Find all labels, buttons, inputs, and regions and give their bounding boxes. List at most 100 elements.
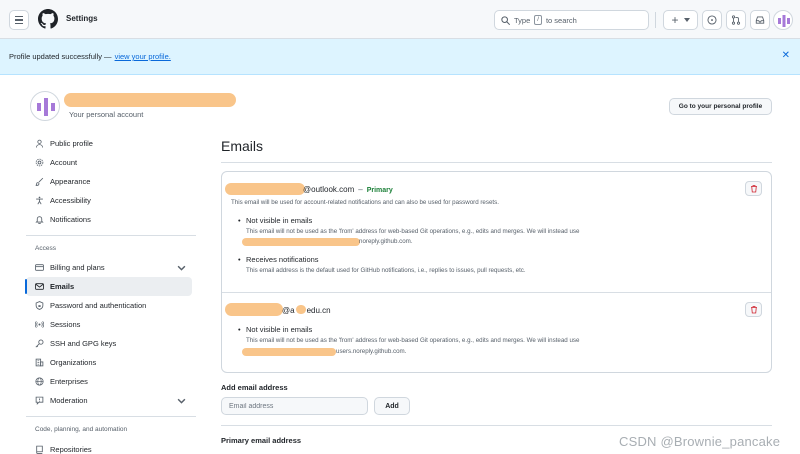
email-note: This email will be used for account-rela… [231,199,499,206]
heading-divider [221,162,772,163]
sidebar-item-repositories[interactable]: Repositories [26,440,192,454]
email-domain: @outlook.com [303,185,355,194]
globe-icon [35,377,44,386]
inbox-button[interactable] [750,10,770,30]
primary-email-label: Primary email address [221,436,302,445]
email-divider [222,292,771,293]
email-list: @outlook.com – Primary This email will be … [221,171,772,373]
close-icon[interactable]: ✕ [782,51,790,61]
email-separator: – [358,185,363,194]
sidebar-item-label: Accessibility [50,196,91,205]
git-pull-request-icon [731,15,741,25]
search-prefix: Type [514,15,531,25]
broadcast-icon [35,321,44,328]
sidebar-item-label: Appearance [50,177,91,186]
shield-lock-icon [35,301,44,310]
add-email-label: Add email address [221,383,288,392]
sidebar-item-notifications[interactable]: Notifications [26,210,192,229]
bullet-text: This email will not be used as the 'from… [246,337,580,344]
bullet-title: Not visible in emails [238,216,312,225]
paintbrush-icon [35,177,44,186]
plus-icon: + [671,13,679,27]
sidebar-divider [26,235,196,236]
sidebar-item-label: Enterprises [50,377,88,386]
view-profile-link[interactable]: view your profile. [115,52,171,61]
sidebar-item-emails[interactable]: Emails [25,277,192,296]
gear-icon [35,158,44,167]
sidebar-item-accessibility[interactable]: Accessibility [26,191,192,210]
sidebar-item-label: Billing and plans [50,263,105,272]
redacted-noreply [242,238,360,246]
github-logo-icon[interactable] [38,9,58,29]
repo-icon [36,445,43,454]
delete-email-button[interactable] [745,181,762,196]
email-domain-tail: edu.cn [306,306,331,315]
chevron-down-icon [177,265,186,271]
sidebar-item-label: Moderation [50,396,88,405]
trash-icon [750,185,757,193]
create-new-button[interactable]: + [663,10,698,30]
redacted-username [64,93,236,107]
trash-icon [750,306,757,314]
email-address-input[interactable] [221,397,368,415]
search-suffix: to search [545,15,577,25]
top-bar: Settings Type / to search + [0,0,800,39]
sidebar-item-account[interactable]: Account [26,153,192,172]
pull-requests-button[interactable] [726,10,746,30]
add-email-button[interactable]: Add [374,397,410,415]
header-divider [655,12,656,28]
mail-icon [35,283,44,290]
issue-opened-icon [707,15,717,25]
bullet-text: This email address is the default used f… [246,267,526,274]
delete-email-button[interactable] [745,302,762,317]
primary-badge: Primary [366,187,393,194]
search-input[interactable]: Type / to search [494,10,649,30]
sidebar-item-enterprises[interactable]: Enterprises [26,372,192,391]
sidebar-item-ssh-keys[interactable]: SSH and GPG keys [26,334,192,353]
sidebar-item-public-profile[interactable]: Public profile [26,134,192,153]
sidebar-item-moderation[interactable]: Moderation [26,391,192,410]
user-avatar[interactable] [773,10,793,30]
menu-button[interactable] [9,10,29,30]
sidebar-item-label: Public profile [50,139,93,148]
redacted-noreply [242,348,336,356]
sidebar-item-password[interactable]: Password and authentication [26,296,192,315]
issues-button[interactable] [702,10,722,30]
bullet-title: Receives notifications [238,255,318,264]
search-shortcut: / [534,15,542,25]
identicon-icon [37,98,55,116]
bell-icon [35,216,44,224]
caret-down-icon [683,18,690,22]
search-icon [501,15,510,25]
page-title[interactable]: Settings [66,14,98,23]
person-icon [35,139,44,148]
sidebar-item-label: Password and authentication [50,301,147,310]
sidebar-item-label: Account [50,158,78,167]
sidebar-item-label: Sessions [50,320,81,329]
sidebar-item-label: Repositories [50,445,92,454]
sidebar-heading-automation: Code, planning, and automation [35,426,128,433]
redacted-domain [295,305,306,314]
sidebar-divider [26,416,196,417]
account-subtitle: Your personal account [69,110,144,119]
redacted-email-local [225,183,305,195]
email-address-primary: @outlook.com – Primary [303,185,393,194]
chevron-down-icon [177,398,186,404]
sidebar-item-label: SSH and GPG keys [50,339,117,348]
email-domain: @a [282,306,295,315]
success-flash: Profile updated successfully — view your… [0,39,800,75]
sidebar-item-label: Notifications [50,215,91,224]
sidebar-item-label: Emails [50,282,75,291]
section-divider [221,425,772,426]
bullet-text-cont: noreply.github.com. [359,238,413,245]
inbox-icon [755,16,765,24]
sidebar-item-label: Organizations [50,358,97,367]
report-icon [35,396,44,405]
personal-profile-button[interactable]: Go to your personal profile [669,98,772,115]
accessibility-icon [36,196,43,205]
email-address-secondary: @a edu.cn [282,305,331,315]
sidebar-item-sessions[interactable]: Sessions [26,315,192,334]
sidebar-item-billing[interactable]: Billing and plans [26,258,192,277]
sidebar-item-organizations[interactable]: Organizations [26,353,192,372]
sidebar-item-appearance[interactable]: Appearance [26,172,192,191]
